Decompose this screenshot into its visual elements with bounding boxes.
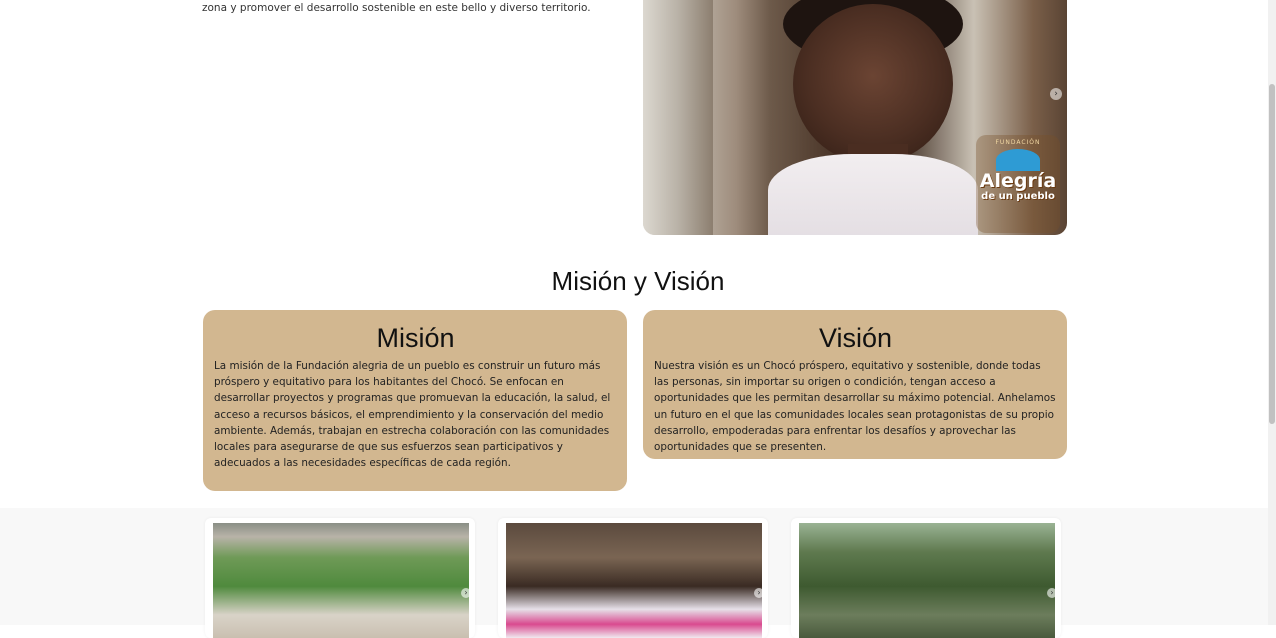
- palm-icon: [996, 149, 1040, 171]
- chevron-right-icon[interactable]: ›: [1047, 588, 1057, 598]
- gallery-card-forest[interactable]: ›: [791, 518, 1061, 638]
- page-scrollbar[interactable]: [1268, 0, 1276, 625]
- chevron-right-icon[interactable]: ›: [461, 588, 471, 598]
- gallery-card-classroom[interactable]: ›: [205, 518, 475, 638]
- photo-door: [643, 0, 713, 235]
- chevron-right-icon[interactable]: ›: [1050, 88, 1062, 100]
- gallery-image-classroom: [213, 523, 469, 638]
- gallery-card-children[interactable]: ›: [498, 518, 768, 638]
- chevron-right-icon[interactable]: ›: [754, 588, 764, 598]
- vision-title: Visión: [818, 323, 893, 353]
- logo-top-text: FUNDACIÓN: [995, 139, 1041, 146]
- section-title: Misión y Visión: [551, 266, 725, 296]
- intro-paragraph: zona y promover el desarrollo sostenible…: [202, 2, 591, 14]
- logo-sub-text: de un pueblo: [981, 191, 1055, 202]
- gallery-section: › › ›: [0, 508, 1268, 638]
- logo-main-text: Alegría: [979, 170, 1057, 192]
- vision-text: Nuestra visión es un Chocó próspero, equ…: [654, 360, 1056, 454]
- gallery-image-forest: [799, 523, 1055, 638]
- foundation-logo: FUNDACIÓN Alegría de un pueblo: [976, 135, 1060, 233]
- scrollbar-thumb[interactable]: [1269, 84, 1275, 424]
- mision-card: Misión La misión de la Fundación alegria…: [203, 310, 627, 491]
- photo-shirt: [768, 154, 978, 235]
- mision-text: La misión de la Fundación alegria de un …: [214, 360, 611, 470]
- vision-card: Visión Nuestra visión es un Chocó próspe…: [643, 310, 1067, 459]
- gallery-image-children: [506, 523, 762, 638]
- photo-face: [793, 4, 953, 164]
- mision-title: Misión: [376, 323, 455, 353]
